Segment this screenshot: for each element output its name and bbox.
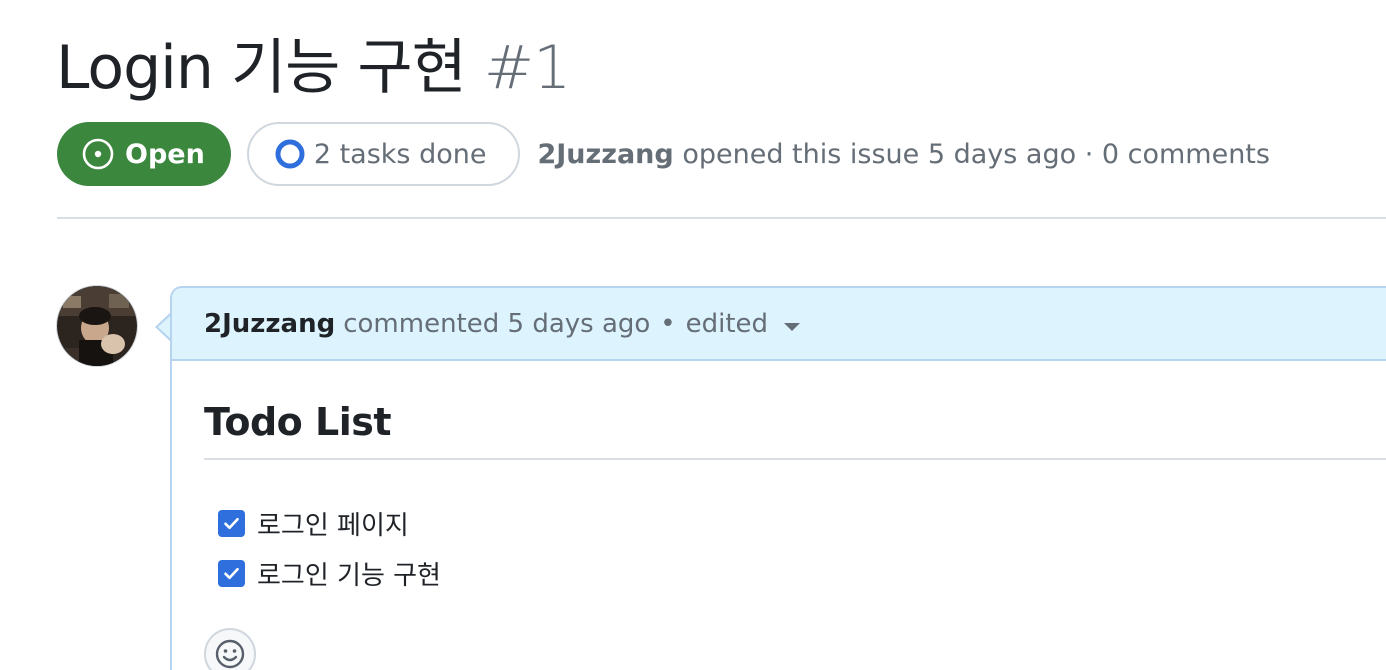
issue-page: Login 기능 구현 #1 Open 2 tasks done 2Juzzan… xyxy=(0,0,1386,670)
edited-label: edited xyxy=(685,308,769,339)
avatar[interactable] xyxy=(56,285,138,367)
issue-title: Login 기능 구현 xyxy=(56,33,467,103)
task-label: 로그인 기능 구현 xyxy=(257,560,441,591)
tasks-progress-button[interactable]: 2 tasks done xyxy=(246,122,521,186)
task-list: 로그인 페이지 로그인 기능 구현 xyxy=(218,498,441,598)
comment-author-link[interactable]: 2Juzzang xyxy=(204,309,335,339)
issue-state-label: Open xyxy=(125,138,205,170)
avatar-photo xyxy=(57,286,137,366)
progress-circle-icon xyxy=(275,139,305,169)
comment-header: 2Juzzang commented 5 days ago • edited xyxy=(172,288,1386,361)
issue-title-heading: Login 기능 구현 #1 xyxy=(56,26,571,110)
checkmark-icon xyxy=(224,567,239,579)
issue-number: #1 xyxy=(483,33,571,103)
task-label: 로그인 페이지 xyxy=(257,510,409,541)
comment-separator: • xyxy=(660,308,676,339)
triangle-down-icon xyxy=(784,322,801,331)
issue-state-badge: Open xyxy=(57,122,231,186)
comment-action: commented 5 days ago xyxy=(343,308,651,339)
header-divider xyxy=(57,217,1386,219)
smiley-icon xyxy=(215,639,245,669)
comment-container: 2Juzzang commented 5 days ago • edited T… xyxy=(170,286,1386,670)
tasks-progress-label: 2 tasks done xyxy=(313,138,487,170)
task-checkbox[interactable] xyxy=(218,509,245,537)
checkmark-icon xyxy=(224,517,239,529)
issue-meta-text: 2Juzzang opened this issue 5 days ago · … xyxy=(537,139,1270,170)
add-reaction-button[interactable] xyxy=(204,628,256,670)
task-list-item: 로그인 페이지 xyxy=(218,498,441,548)
edited-dropdown[interactable]: edited xyxy=(685,308,801,339)
issue-meta-row: Open 2 tasks done 2Juzzang opened this i… xyxy=(57,122,1270,186)
issue-author-link[interactable]: 2Juzzang xyxy=(537,139,673,170)
task-checkbox[interactable] xyxy=(218,559,245,587)
issue-meta-suffix: opened this issue 5 days ago · 0 comment… xyxy=(682,138,1270,170)
issue-opened-icon xyxy=(82,138,114,170)
task-list-item: 로그인 기능 구현 xyxy=(218,548,441,598)
comment-body-heading: Todo List xyxy=(204,394,1386,460)
